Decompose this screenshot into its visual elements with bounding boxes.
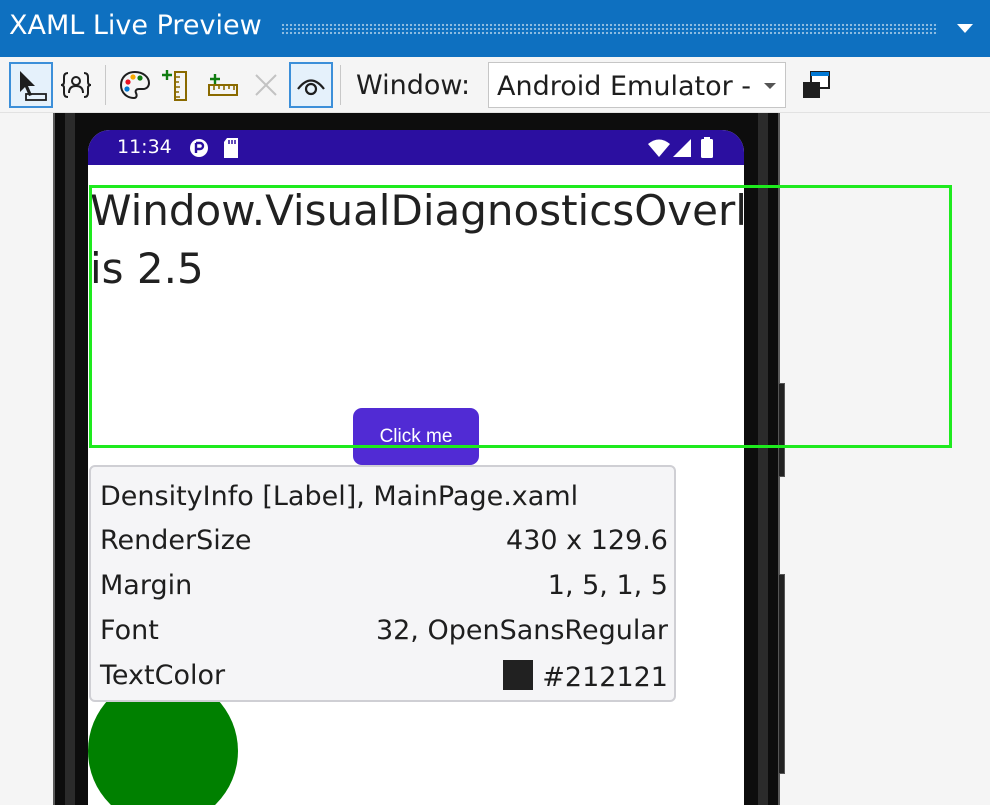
status-time: 11:34 (117, 136, 172, 158)
tooltip-title: DensityInfo [Label], MainPage.xaml (100, 481, 579, 512)
wifi-icon (648, 139, 670, 157)
horizontal-ruler-button[interactable] (201, 62, 245, 108)
color-picker-button[interactable] (113, 62, 157, 108)
window-menu-dropdown-icon[interactable] (957, 24, 973, 33)
chevron-down-icon (764, 83, 776, 89)
eye-icon (297, 79, 325, 96)
binding-brackets-icon (60, 72, 92, 98)
click-me-button[interactable]: Click me (353, 408, 479, 465)
clear-rulers-button[interactable] (244, 62, 288, 108)
battery-icon (701, 137, 713, 158)
tooltip-row: RenderSize 430 x 129.6 (100, 525, 668, 561)
device-bezel (758, 113, 768, 805)
select-element-button[interactable] (9, 62, 53, 108)
tooltip-value: 32, OpenSansRegular (375, 615, 668, 646)
tooltip-key: TextColor (100, 660, 226, 691)
android-status-bar: 11:34 (88, 130, 744, 165)
window-title: XAML Live Preview (9, 10, 262, 41)
tooltip-key: Font (100, 615, 159, 646)
device-power-button (778, 574, 785, 774)
tooltip-row: Margin 1, 5, 1, 5 (100, 570, 668, 606)
close-icon (255, 74, 277, 96)
cellular-signal-icon (673, 139, 691, 157)
tooltip-value: #212121 (542, 662, 668, 693)
title-bar: XAML Live Preview (0, 0, 990, 57)
element-info-tooltip: DensityInfo [Label], MainPage.xaml Rende… (89, 465, 676, 702)
horizontal-ruler-icon (208, 74, 238, 96)
notification-app-icon (190, 139, 208, 157)
toolbar: Window: Android Emulator - pixel_5_-_api… (0, 57, 990, 113)
window-select-value: Android Emulator - pixel_5_-_api_33 (And… (497, 71, 755, 102)
toolbar-separator (105, 65, 106, 105)
title-bar-grip[interactable] (281, 23, 938, 35)
window-select[interactable]: Android Emulator - pixel_5_-_api_33 (And… (488, 62, 786, 108)
binding-failures-button[interactable] (54, 62, 98, 108)
device-volume-button (778, 383, 785, 477)
tooltip-row: Font 32, OpenSansRegular (100, 615, 668, 651)
tooltip-row: TextColor #212121 (100, 660, 668, 696)
tooltip-key: RenderSize (100, 525, 252, 556)
device-bezel (65, 113, 75, 805)
tooltip-key: Margin (100, 570, 193, 601)
tooltip-value: 1, 5, 1, 5 (547, 570, 668, 601)
sd-card-icon (224, 138, 238, 158)
preview-selection-button[interactable] (289, 62, 333, 108)
tooltip-value-wrap: #212121 (503, 660, 668, 693)
tooltip-value: 430 x 129.6 (506, 525, 668, 556)
palette-icon (119, 70, 151, 100)
detach-window-button[interactable] (794, 62, 838, 108)
select-element-icon (20, 71, 47, 101)
window-label: Window: (356, 70, 471, 101)
vertical-ruler-icon (162, 70, 187, 101)
detach-window-icon (803, 71, 830, 98)
toolbar-separator (340, 65, 341, 105)
color-swatch (503, 660, 534, 690)
vertical-ruler-button[interactable] (155, 62, 199, 108)
density-info-label: Window.VisualDiagnosticsOverlay.Density … (90, 186, 744, 293)
